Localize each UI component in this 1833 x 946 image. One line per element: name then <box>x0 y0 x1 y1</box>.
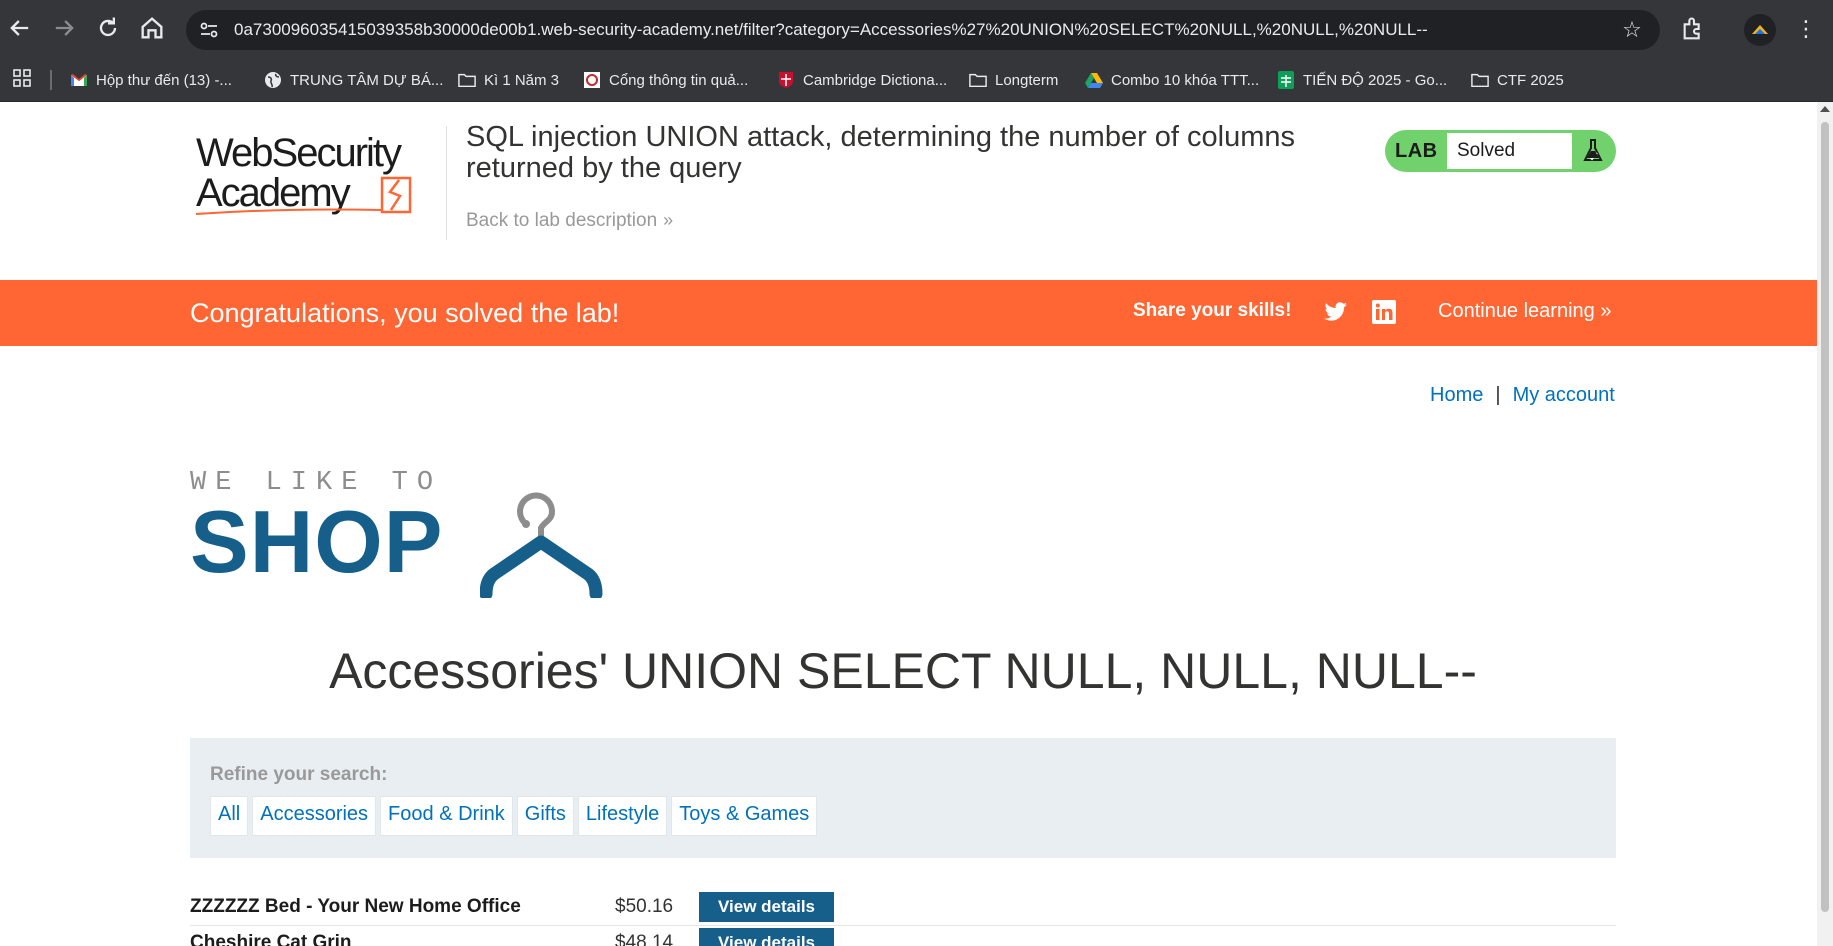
lab-badge: LAB <box>1395 140 1438 162</box>
bookmark-label: Combo 10 khóa TTT... <box>1111 71 1260 89</box>
refine-search-panel: Refine your search: All Accessories Food… <box>190 738 1616 858</box>
lab-status-text: Solved <box>1447 133 1572 169</box>
bookmarks-divider <box>50 70 52 90</box>
page-scrollbar[interactable] <box>1817 102 1833 946</box>
double-chevron-right-icon: » <box>663 210 674 230</box>
top-navigation: Home | My account <box>1430 384 1615 407</box>
filter-all[interactable]: All <box>210 796 249 836</box>
scrollbar-thumb[interactable] <box>1821 122 1829 912</box>
flask-check-icon <box>1581 138 1605 164</box>
bookmark-gmail[interactable]: Hộp thư đến (13) -... <box>70 66 232 94</box>
view-details-button[interactable]: View details <box>699 892 834 922</box>
linkedin-icon[interactable] <box>1372 300 1396 324</box>
sheets-icon <box>1277 71 1295 89</box>
hanger-icon <box>480 492 603 598</box>
twitter-icon[interactable] <box>1324 301 1348 323</box>
bookmarks-bar: Hộp thư đến (13) -... TRUNG TÂM DỰ BÁ...… <box>0 60 1833 102</box>
site-info-icon[interactable] <box>198 19 220 41</box>
filter-food-drink[interactable]: Food & Drink <box>380 796 513 836</box>
reload-icon[interactable] <box>94 14 122 42</box>
drive-icon <box>1085 71 1103 89</box>
bookmark-cong-thong-tin[interactable]: Cổng thông tin quả... <box>583 66 748 94</box>
product-name: Cheshire Cat Grin <box>190 932 352 946</box>
scroll-up-arrow-icon[interactable] <box>1820 106 1830 112</box>
product-name: ZZZZZZ Bed - Your New Home Office <box>190 896 521 917</box>
bookmark-ctf-2025[interactable]: CTF 2025 <box>1471 66 1564 94</box>
bookmark-label: Longterm <box>995 71 1059 89</box>
back-to-lab-description-link[interactable]: Back to lab description» <box>466 210 673 232</box>
url-text[interactable]: 0a730096035415039358b30000de00b1.web-sec… <box>234 20 1428 40</box>
folder-icon <box>1471 71 1489 89</box>
bookmark-label: Kì 1 Năm 3 <box>484 71 560 89</box>
bookmark-ki1-nam3[interactable]: Kì 1 Năm 3 <box>458 66 559 94</box>
filter-lifestyle[interactable]: Lifestyle <box>577 796 668 836</box>
header-divider <box>446 126 447 240</box>
home-link[interactable]: Home <box>1430 384 1483 406</box>
page-content: WebSecurity Academy SQL injection UNION … <box>0 102 1817 946</box>
product-table: ZZZZZZ Bed - Your New Home Office $50.16… <box>190 890 1616 946</box>
logo-line-1: WebSecurity <box>196 131 402 175</box>
lab-title: SQL injection UNION attack, determining … <box>466 121 1296 184</box>
extensions-icon[interactable] <box>1680 15 1708 43</box>
gmail-icon <box>70 71 88 89</box>
bookmark-trung-tam[interactable]: TRUNG TÂM DỰ BÁ... <box>264 66 443 94</box>
bookmark-combo-10[interactable]: Combo 10 khóa TTT... <box>1085 66 1259 94</box>
table-row: Cheshire Cat Grin $48.14 View details <box>190 926 1616 946</box>
lab-status-widget: LAB Solved <box>1385 130 1616 172</box>
category-filters: All Accessories Food & Drink Gifts Lifes… <box>210 796 818 836</box>
continue-learning-link[interactable]: Continue learning » <box>1438 300 1611 323</box>
refine-label: Refine your search: <box>210 764 388 785</box>
congratulations-banner: Congratulations, you solved the lab! Sha… <box>0 280 1817 346</box>
bookmark-longterm[interactable]: Longterm <box>969 66 1058 94</box>
continue-learning-label: Continue learning <box>1438 300 1595 322</box>
kebab-menu-icon[interactable]: ⋮ <box>1794 14 1818 44</box>
view-details-button[interactable]: View details <box>699 928 834 946</box>
bookmark-label: TIẾN ĐỘ 2025 - Go... <box>1303 71 1448 89</box>
filter-accessories[interactable]: Accessories <box>252 796 377 836</box>
apps-grid-icon[interactable] <box>12 68 34 90</box>
logo-line-2: Academy <box>196 171 351 215</box>
we-like-to-shop-logo: WE LIKE TO SHOP <box>190 468 630 598</box>
product-price: $48.14 <box>615 932 674 946</box>
forward-arrow-icon[interactable] <box>50 14 78 42</box>
web-security-academy-logo[interactable]: WebSecurity Academy <box>194 128 444 220</box>
bookmark-tien-do[interactable]: TIẾN ĐỘ 2025 - Go... <box>1277 66 1447 94</box>
filter-toys-games[interactable]: Toys & Games <box>671 796 818 836</box>
congratulations-message: Congratulations, you solved the lab! <box>190 298 620 328</box>
bookmark-label: Cổng thông tin quả... <box>609 71 749 89</box>
table-row: ZZZZZZ Bed - Your New Home Office $50.16… <box>190 890 1616 926</box>
nav-separator: | <box>1495 384 1501 406</box>
double-chevron-right-icon: » <box>1594 300 1612 322</box>
my-account-link[interactable]: My account <box>1513 384 1615 406</box>
bookmark-label: Cambridge Dictiona... <box>803 71 948 89</box>
bookmark-cambridge[interactable]: Cambridge Dictiona... <box>777 66 947 94</box>
product-price: $50.16 <box>615 896 674 917</box>
back-arrow-icon[interactable] <box>6 14 34 42</box>
profile-avatar[interactable] <box>1744 14 1776 46</box>
bookmark-label: Hộp thư đến (13) -... <box>96 71 232 89</box>
academy-header: WebSecurity Academy SQL injection UNION … <box>0 102 1817 280</box>
bookmark-label: TRUNG TÂM DỰ BÁ... <box>290 71 444 89</box>
bookmark-star-icon[interactable]: ☆ <box>1620 18 1644 42</box>
back-link-label: Back to lab description <box>466 210 658 231</box>
share-skills-label: Share your skills! <box>1133 300 1292 321</box>
filter-gifts[interactable]: Gifts <box>516 796 574 836</box>
shop-name: SHOP <box>190 492 444 591</box>
home-icon[interactable] <box>138 14 166 42</box>
address-bar[interactable]: 0a730096035415039358b30000de00b1.web-sec… <box>186 10 1660 50</box>
folder-icon <box>458 71 476 89</box>
globe-icon <box>264 71 282 89</box>
bookmark-label: CTF 2025 <box>1497 71 1564 89</box>
browser-toolbar: 0a730096035415039358b30000de00b1.web-sec… <box>0 0 1833 60</box>
cambridge-icon <box>777 71 795 89</box>
folder-icon <box>969 71 987 89</box>
portal-icon <box>583 71 601 89</box>
category-title: Accessories' UNION SELECT NULL, NULL, NU… <box>329 643 1477 699</box>
